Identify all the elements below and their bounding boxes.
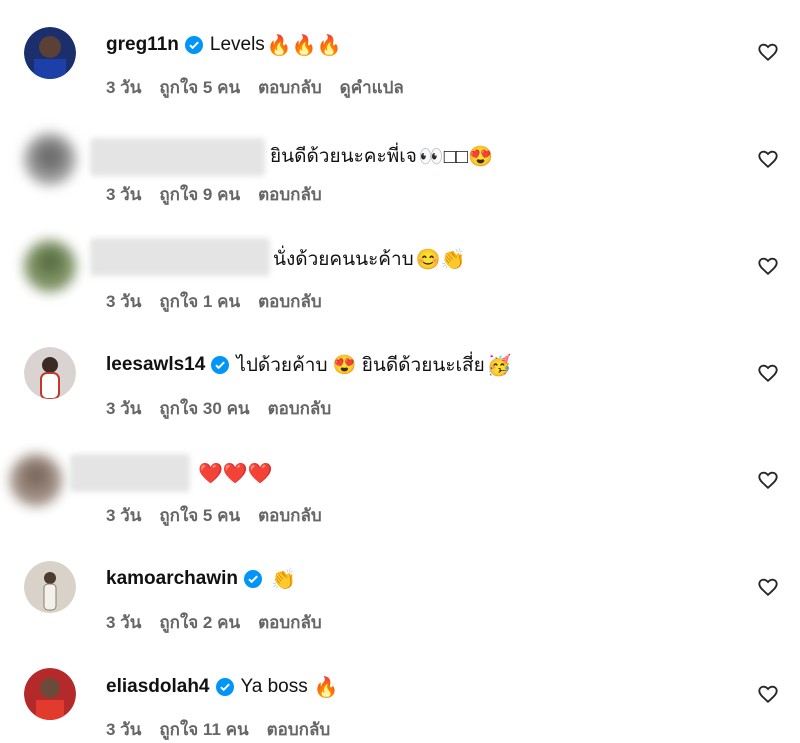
comment-line: kamoarchawin 👏 — [106, 566, 296, 592]
comment-item: นั่งด้วยคนนะค้าบ 😊👏 3 วัน ถูกใจ 1 คน ตอบก… — [0, 234, 800, 341]
verified-badge-icon — [184, 35, 204, 55]
comment-time: 3 วัน — [106, 185, 142, 204]
reply-button[interactable]: ตอบกลับ — [258, 74, 322, 101]
reply-button[interactable]: ตอบกลับ — [258, 288, 322, 315]
like-count[interactable]: ถูกใจ 2 คน — [159, 609, 240, 636]
comment-item: greg11n Levels 🔥🔥🔥 3 วัน ถูกใจ 5 คน ตอบกล… — [0, 20, 800, 127]
heart-outline-icon[interactable] — [757, 41, 779, 63]
comment-meta: 3 วัน ถูกใจ 9 คน ตอบกลับ — [106, 181, 322, 208]
comment-meta: 3 วัน ถูกใจ 30 คน ตอบกลับ — [106, 395, 331, 422]
heart-outline-icon[interactable] — [757, 683, 779, 705]
reply-button[interactable]: ตอบกลับ — [268, 395, 332, 422]
comment-text: Levels — [209, 34, 265, 55]
heart-outline-icon[interactable] — [757, 576, 779, 598]
comment-meta: 3 วัน ถูกใจ 11 คน ตอบกลับ — [106, 716, 330, 743]
comment-emoji: 👀□□😍 — [418, 145, 493, 168]
avatar[interactable] — [24, 240, 76, 292]
avatar[interactable] — [24, 133, 76, 185]
comment-meta: 3 วัน ถูกใจ 2 คน ตอบกลับ — [106, 609, 322, 636]
comment-line: นั่งด้วยคนนะค้าบ 😊👏 — [273, 246, 466, 272]
comment-line: ❤️❤️❤️ — [196, 460, 273, 486]
comment-text: นั่งด้วยคนนะค้าบ — [273, 249, 414, 270]
username[interactable]: kamoarchawin — [106, 568, 238, 590]
redacted-username — [90, 238, 270, 276]
avatar[interactable] — [10, 454, 62, 506]
comment-line: greg11n Levels 🔥🔥🔥 — [106, 32, 342, 58]
reply-button[interactable]: ตอบกลับ — [267, 716, 331, 743]
comment-item: eliasdolah4 Ya boss 🔥 3 วัน ถูกใจ 11 คน … — [0, 662, 800, 739]
verified-badge-icon — [215, 677, 235, 697]
like-count[interactable]: ถูกใจ 5 คน — [159, 74, 240, 101]
verified-badge-icon — [243, 569, 263, 589]
comment-emoji: 🥳 — [486, 354, 512, 377]
reply-button[interactable]: ตอบกลับ — [258, 181, 322, 208]
reply-button[interactable]: ตอบกลับ — [258, 502, 322, 529]
comment-item: ยินดีด้วยนะคะพี่เจ 👀□□😍 3 วัน ถูกใจ 9 คน … — [0, 127, 800, 234]
avatar[interactable] — [24, 561, 76, 613]
like-count[interactable]: ถูกใจ 5 คน — [159, 502, 240, 529]
avatar[interactable] — [24, 668, 76, 720]
comment-time: 3 วัน — [106, 292, 142, 311]
redacted-username — [90, 138, 265, 176]
comment-text: Ya boss — [240, 676, 308, 697]
comment-meta: 3 วัน ถูกใจ 5 คน ตอบกลับ — [106, 502, 322, 529]
heart-outline-icon[interactable] — [757, 469, 779, 491]
comment-time: 3 วัน — [106, 720, 142, 739]
comment-meta: 3 วัน ถูกใจ 5 คน ตอบกลับ ดูคำแปล — [106, 74, 404, 101]
comment-emoji: ❤️❤️❤️ — [198, 462, 273, 485]
like-count[interactable]: ถูกใจ 9 คน — [159, 181, 240, 208]
avatar[interactable] — [24, 347, 76, 399]
comment-line: ยินดีด้วยนะคะพี่เจ 👀□□😍 — [270, 143, 493, 169]
username[interactable]: greg11n — [106, 34, 179, 56]
comment-line: eliasdolah4 Ya boss 🔥 — [106, 674, 339, 700]
comment-meta: 3 วัน ถูกใจ 1 คน ตอบกลับ — [106, 288, 322, 315]
comment-item: kamoarchawin 👏 3 วัน ถูกใจ 2 คน ตอบกลับ — [0, 555, 800, 662]
reply-button[interactable]: ตอบกลับ — [258, 609, 322, 636]
like-count[interactable]: ถูกใจ 1 คน — [159, 288, 240, 315]
comment-line: leesawls14 ไปด้วยค้าบ 😍 ยินดีด้วยนะเสี่ย… — [106, 352, 512, 378]
comment-item: leesawls14 ไปด้วยค้าบ 😍 ยินดีด้วยนะเสี่ย… — [0, 341, 800, 448]
comment-time: 3 วัน — [106, 506, 142, 525]
like-count[interactable]: ถูกใจ 30 คน — [159, 395, 249, 422]
comment-emoji: 👏 — [271, 568, 296, 591]
comment-time: 3 วัน — [106, 78, 142, 97]
heart-outline-icon[interactable] — [757, 362, 779, 384]
heart-outline-icon[interactable] — [757, 148, 779, 170]
username[interactable]: leesawls14 — [106, 354, 205, 376]
comment-emoji: 🔥 — [313, 676, 339, 699]
comment-text: ยินดีด้วยนะคะพี่เจ — [270, 146, 417, 167]
comment-emoji: 🔥🔥🔥 — [266, 34, 342, 57]
heart-outline-icon[interactable] — [757, 255, 779, 277]
like-count[interactable]: ถูกใจ 11 คน — [159, 716, 248, 743]
verified-badge-icon — [210, 355, 230, 375]
comment-item: ❤️❤️❤️ 3 วัน ถูกใจ 5 คน ตอบกลับ — [0, 448, 800, 555]
comment-time: 3 วัน — [106, 399, 142, 418]
translate-button[interactable]: ดูคำแปล — [340, 74, 404, 101]
username[interactable]: eliasdolah4 — [106, 676, 210, 698]
comment-text: ไปด้วยค้าบ 😍 ยินดีด้วยนะเสี่ย — [236, 355, 485, 376]
comment-time: 3 วัน — [106, 613, 142, 632]
avatar[interactable] — [24, 27, 76, 79]
comment-emoji: 😊👏 — [415, 248, 466, 271]
redacted-username — [70, 454, 190, 492]
